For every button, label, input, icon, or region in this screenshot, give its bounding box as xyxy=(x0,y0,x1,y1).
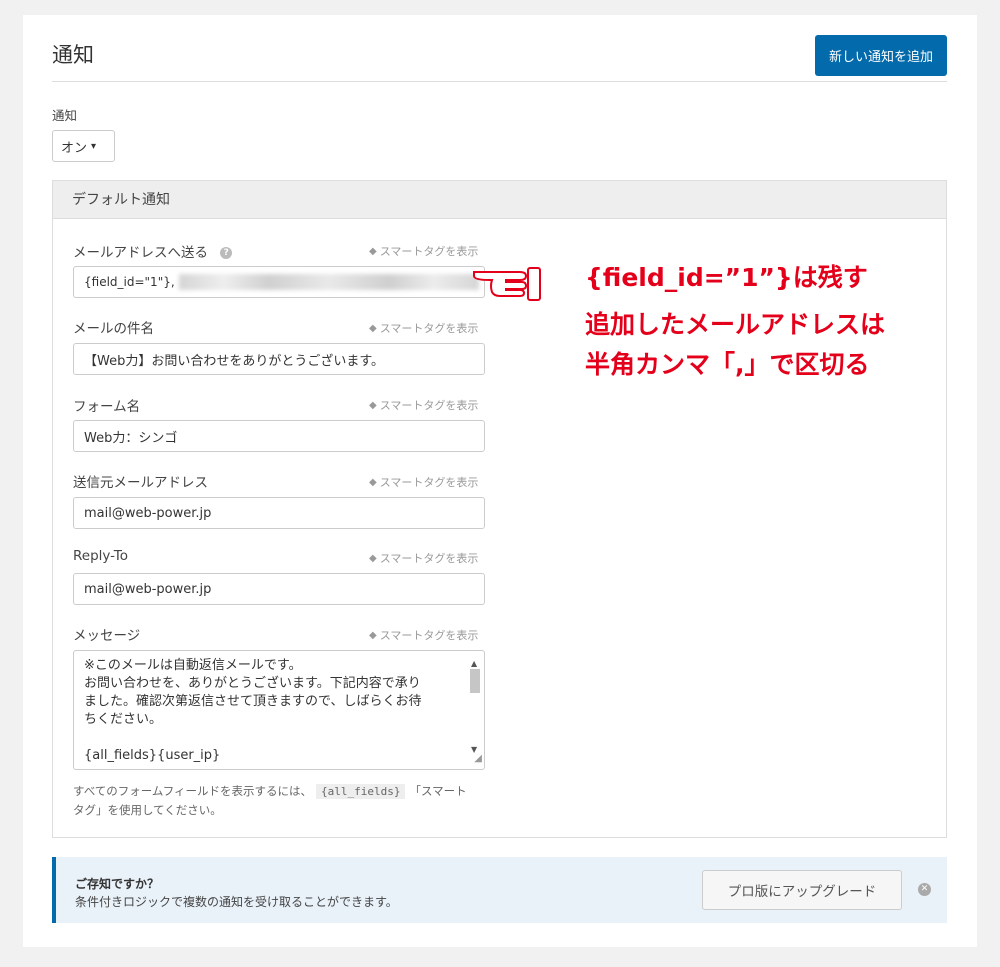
all-fields-help-text: すべてのフォームフィールドを表示するには、 {all_fields} 「スマート タ… xyxy=(73,782,493,820)
message-label: メッセージ xyxy=(73,628,141,644)
divider xyxy=(52,81,947,82)
message-line: ました。確認次第返信させて頂きますので、しばらくお待 xyxy=(84,694,422,709)
did-you-know-title: ご存知ですか？ xyxy=(75,877,160,891)
send-to-value: {field_id="1"}, xyxy=(84,275,175,289)
notifications-label: 通知 xyxy=(52,108,78,123)
page-title: 通知 xyxy=(52,43,94,67)
smart-tag-label: スマートタグを表示 xyxy=(379,322,479,335)
message-line xyxy=(84,729,462,747)
chevron-down-icon: ▾ xyxy=(91,140,97,152)
smart-tag-toggle-reply-to[interactable]: ◆ スマートタグを表示 xyxy=(369,550,478,566)
reply-to-input[interactable]: mail@web-power.jp xyxy=(73,573,485,605)
smart-tag-label: スマートタグを表示 xyxy=(379,629,479,642)
from-name-label: フォーム名 xyxy=(73,399,141,415)
annotation-line-2: 追加したメールアドレスは xyxy=(585,310,886,339)
message-textarea[interactable]: ※このメールは自動返信メールです。 お問い合わせを、ありがとうございます。下記内… xyxy=(73,650,485,770)
smart-tag-toggle-from-email[interactable]: ◆ スマートタグを表示 xyxy=(369,474,478,490)
annotation-line-3: 半角カンマ「,」で区切る xyxy=(585,350,870,379)
message-line: ちください。 xyxy=(84,712,163,727)
notifications-select-value: オン xyxy=(61,140,88,156)
did-you-know-notice: ご存知ですか？ 条件付きロジックで複数の通知を受け取ることができます。 プロ版に… xyxy=(52,857,947,923)
pointing-hand-icon xyxy=(473,267,541,301)
send-to-label-text: メールアドレスへ送る xyxy=(73,245,208,261)
smart-tag-toggle-message[interactable]: ◆ スマートタグを表示 xyxy=(369,627,478,643)
tag-icon: ◆ xyxy=(369,322,377,334)
from-email-input[interactable]: mail@web-power.jp xyxy=(73,497,485,529)
tag-icon: ◆ xyxy=(369,552,377,564)
all-fields-code: {all_fields} xyxy=(315,784,406,799)
smart-tag-toggle-send-to[interactable]: ◆ スマートタグを表示 xyxy=(369,243,478,259)
help-text-before: すべてのフォームフィールドを表示するには、 xyxy=(73,784,312,798)
help-text-after: 「スマート xyxy=(409,784,467,798)
smart-tag-toggle-from-name[interactable]: ◆ スマートタグを表示 xyxy=(369,397,478,413)
did-you-know-text: 条件付きロジックで複数の通知を受け取ることができます。 xyxy=(75,895,398,909)
notifications-panel: 通知 新しい通知を追加 通知 オン ▾ デフォルト通知 メールアドレスへ送る ?… xyxy=(23,15,977,947)
subject-label: メールの件名 xyxy=(73,321,154,337)
scroll-thumb[interactable] xyxy=(470,669,480,693)
help-text-line2: タグ」を使用してください。 xyxy=(73,803,222,817)
from-email-label: 送信元メールアドレス xyxy=(73,475,208,491)
default-notification-heading: デフォルト通知 xyxy=(53,181,946,219)
message-line: お問い合わせを、ありがとうございます。下記内容で承り xyxy=(84,676,421,691)
message-line: {all_fields}{user_ip} xyxy=(84,748,221,763)
upgrade-to-pro-button[interactable]: プロ版にアップグレード xyxy=(702,870,902,910)
smart-tag-label: スマートタグを表示 xyxy=(379,245,479,258)
close-circle-icon[interactable]: ✕ xyxy=(918,883,931,896)
notifications-select[interactable]: オン ▾ xyxy=(52,130,115,162)
smart-tag-label: スマートタグを表示 xyxy=(379,399,479,412)
annotation-line-1: {field_id=”1”}は残す xyxy=(585,263,868,292)
tag-icon: ◆ xyxy=(369,629,377,641)
send-to-label: メールアドレスへ送る ? xyxy=(73,241,233,261)
smart-tag-label: スマートタグを表示 xyxy=(379,476,479,489)
tag-icon: ◆ xyxy=(369,476,377,488)
question-circle-icon[interactable]: ? xyxy=(220,247,233,259)
send-to-input[interactable]: {field_id="1"}, xyxy=(73,266,485,298)
redacted-email-addresses xyxy=(178,274,479,290)
message-line: ※このメールは自動返信メールです。 xyxy=(84,658,302,673)
add-notification-button[interactable]: 新しい通知を追加 xyxy=(815,35,947,76)
resize-grip-icon[interactable]: ◢ xyxy=(474,750,482,768)
reply-to-label: Reply-To xyxy=(73,548,128,564)
tag-icon: ◆ xyxy=(369,399,377,411)
smart-tag-label: スマートタグを表示 xyxy=(379,552,479,565)
subject-input[interactable]: 【Web力】お問い合わせをありがとうございます。 xyxy=(73,343,485,375)
from-name-input[interactable]: Web力：シンゴ xyxy=(73,420,485,452)
tag-icon: ◆ xyxy=(369,245,377,257)
message-scrollbar[interactable]: ▲ ▼ xyxy=(468,653,482,765)
smart-tag-toggle-subject[interactable]: ◆ スマートタグを表示 xyxy=(369,320,478,336)
